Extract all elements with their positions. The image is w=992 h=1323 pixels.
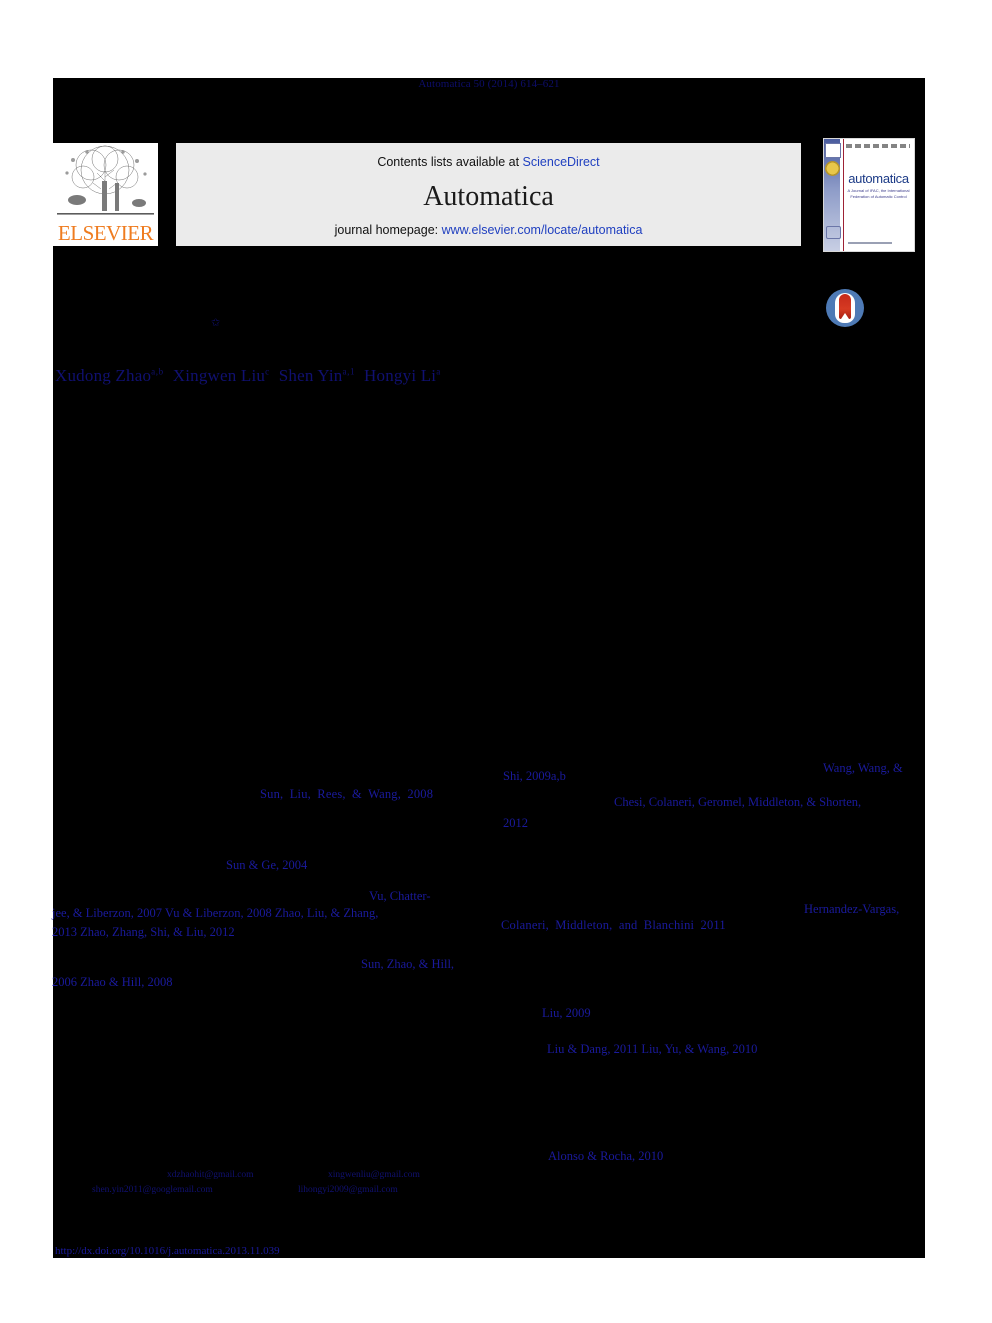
author-name[interactable]: Shen Yin	[279, 366, 343, 385]
redacted-article-page: Automatica 50 (2014) 614–621 ELSEVIER Co…	[52, 78, 925, 1258]
elsevier-logo: ELSEVIER	[53, 143, 158, 246]
journal-homepage-link[interactable]: www.elsevier.com/locate/automatica	[442, 223, 643, 237]
citation-link[interactable]: Wang, Wang, &	[823, 761, 903, 775]
citation-link[interactable]: Colaneri, Middleton, and Blanchini 2011	[501, 918, 726, 932]
author-email-link[interactable]: xdzhaohit@gmail.com	[167, 1170, 254, 1180]
doi-link[interactable]: http://dx.doi.org/10.1016/j.automatica.2…	[55, 1245, 280, 1257]
cover-issue-line	[846, 144, 910, 148]
contents-prefix-text: Contents lists available at	[377, 155, 523, 169]
journal-cover-thumbnail: automatica A Journal of IFAC, the Intern…	[823, 138, 915, 252]
author-name[interactable]: Xingwen Liu	[173, 366, 265, 385]
citation-link[interactable]: 2013 Zhao, Zhang, Shi, & Liu, 2012	[52, 925, 235, 939]
homepage-prefix-text: journal homepage:	[334, 223, 442, 237]
citation-link[interactable]: Shi, 2009a,b	[503, 769, 566, 783]
cover-footer-rule	[848, 242, 892, 244]
journal-masthead: ELSEVIER Contents lists available at Sci…	[53, 111, 925, 252]
elsevier-tree-icon	[53, 143, 158, 220]
title-footnote-mark[interactable]: ✩	[211, 318, 220, 329]
citation-link[interactable]: Liu & Dang, 2011 Liu, Yu, & Wang, 2010	[547, 1042, 757, 1056]
cover-rule	[843, 139, 844, 251]
cover-publisher-emblem-icon	[825, 143, 841, 158]
author-name[interactable]: Hongyi Li	[364, 366, 436, 385]
citation-link[interactable]: Vu, Chatter-	[369, 889, 430, 903]
cover-ifac-logo-icon	[826, 226, 841, 239]
citation-link[interactable]: Sun, Liu, Rees, & Wang, 2008	[260, 787, 433, 801]
journal-header-band: Contents lists available at ScienceDirec…	[176, 143, 801, 246]
sciencedirect-link[interactable]: ScienceDirect	[523, 155, 600, 169]
running-head: Automatica 50 (2014) 614–621	[418, 78, 560, 90]
author-affiliation-mark[interactable]: a,1	[343, 366, 356, 376]
author-email-link[interactable]: lihongyi2009@gmail.com	[298, 1185, 398, 1195]
citation-link[interactable]: Liu, 2009	[542, 1006, 591, 1020]
cover-journal-subtitle: A Journal of IFAC, the International Fed…	[847, 188, 910, 199]
author-email-link[interactable]: shen.yin2011@googlemail.com	[92, 1185, 213, 1195]
contents-available-line: Contents lists available at ScienceDirec…	[176, 155, 801, 169]
crossmark-badge-icon[interactable]	[826, 289, 864, 327]
author-email-link[interactable]: xingwenliu@gmail.com	[328, 1170, 420, 1180]
author-affiliation-mark[interactable]: a,b	[151, 366, 164, 376]
cover-anniversary-seal-icon	[825, 161, 840, 176]
citation-link[interactable]: Sun, Zhao, & Hill,	[361, 957, 454, 971]
crossmark-arrow-icon	[841, 313, 849, 319]
citation-link[interactable]: Sun & Ge, 2004	[226, 858, 307, 872]
author-affiliation-mark[interactable]: a	[436, 366, 441, 376]
author-affiliation-mark[interactable]: c	[265, 366, 270, 376]
citation-link[interactable]: jee, & Liberzon, 2007 Vu & Liberzon, 200…	[52, 906, 378, 920]
journal-homepage-line: journal homepage: www.elsevier.com/locat…	[176, 223, 801, 237]
author-name[interactable]: Xudong Zhao	[55, 366, 151, 385]
journal-title: Automatica	[423, 181, 554, 212]
citation-link[interactable]: Alonso & Rocha, 2010	[548, 1149, 663, 1163]
cover-journal-title: automatica	[848, 171, 909, 186]
citation-link[interactable]: 2006 Zhao & Hill, 2008	[52, 975, 172, 989]
author-line: Xudong Zhaoa,b Xingwen Liuc Shen Yina,1 Hon…	[55, 366, 441, 386]
citation-link[interactable]: 2012	[503, 816, 528, 830]
citation-link[interactable]: Chesi, Colaneri, Geromel, Middleton, & S…	[614, 795, 861, 809]
citation-link[interactable]: Hernandez-Vargas,	[804, 902, 899, 916]
elsevier-wordmark: ELSEVIER	[57, 221, 154, 245]
